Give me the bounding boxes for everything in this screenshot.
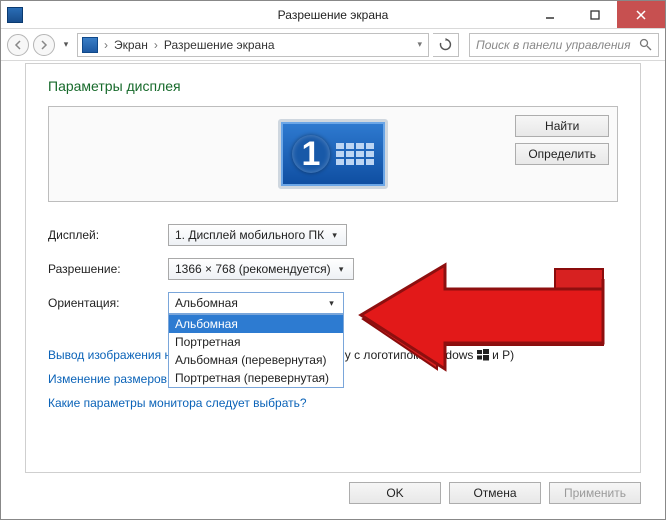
breadcrumb-item[interactable]: Экран	[114, 38, 148, 52]
close-button[interactable]	[617, 1, 665, 28]
search-icon	[639, 38, 652, 51]
breadcrumb-sep-icon: ›	[102, 38, 110, 52]
orientation-option[interactable]: Альбомная	[169, 315, 343, 333]
chevron-down-icon[interactable]: ▾	[415, 39, 424, 50]
nav-history-dropdown[interactable]: ▾	[59, 34, 73, 56]
monitor-number-badge: 1	[292, 135, 330, 173]
display-label: Дисплей:	[48, 228, 168, 242]
orientation-value: Альбомная	[175, 296, 238, 310]
dialog-footer: OK Отмена Применить	[25, 477, 641, 509]
window-controls	[527, 1, 665, 28]
apply-button[interactable]: Применить	[549, 482, 641, 504]
display-preview[interactable]: 1 Найти Определить	[48, 106, 618, 202]
resolution-label: Разрешение:	[48, 262, 168, 276]
display-value: 1. Дисплей мобильного ПК	[175, 228, 324, 242]
breadcrumb-item[interactable]: Разрешение экрана	[164, 38, 275, 52]
control-panel-icon	[82, 37, 98, 53]
orientation-option[interactable]: Портретная (перевернутая)	[169, 369, 343, 387]
orientation-label: Ориентация:	[48, 296, 168, 310]
refresh-button[interactable]	[433, 33, 459, 57]
resolution-value: 1366 × 768 (рекомендуется)	[175, 262, 331, 276]
monitor-graphic[interactable]: 1	[278, 119, 388, 189]
nav-forward-button[interactable]	[33, 34, 55, 56]
page-heading: Параметры дисплея	[48, 78, 618, 94]
display-select[interactable]: 1. Дисплей мобильного ПК ▾	[168, 224, 347, 246]
resolution-select[interactable]: 1366 × 768 (рекомендуется) ▾	[168, 258, 354, 280]
chevron-down-icon: ▾	[327, 228, 342, 242]
arrow-left-icon	[13, 40, 23, 50]
breadcrumb[interactable]: › Экран › Разрешение экрана ▾	[77, 33, 429, 57]
orientation-option[interactable]: Портретная	[169, 333, 343, 351]
chevron-down-icon: ▾	[334, 262, 349, 276]
nav-back-button[interactable]	[7, 34, 29, 56]
navbar: ▾ › Экран › Разрешение экрана ▾ Поиск в …	[1, 29, 665, 61]
orientation-select[interactable]: Альбомная ▾	[168, 292, 344, 314]
identify-button[interactable]: Определить	[515, 143, 609, 165]
orientation-dropdown: Альбомная Портретная Альбомная (переверн…	[168, 314, 344, 388]
monitor-pattern-icon	[336, 143, 374, 165]
search-placeholder: Поиск в панели управления	[476, 38, 631, 52]
search-input[interactable]: Поиск в панели управления	[469, 33, 659, 57]
maximize-button[interactable]	[572, 1, 617, 28]
ok-button[interactable]: OK	[349, 482, 441, 504]
cancel-button[interactable]: Отмена	[449, 482, 541, 504]
which-params-link[interactable]: Какие параметры монитора следует выбрать…	[48, 396, 307, 410]
chevron-down-icon: ▾	[324, 296, 339, 310]
app-icon	[7, 7, 23, 23]
settings-form: Дисплей: 1. Дисплей мобильного ПК ▾ Разр…	[48, 224, 618, 314]
minimize-button[interactable]	[527, 1, 572, 28]
windows-logo-icon	[477, 349, 489, 361]
content-panel: Параметры дисплея 1 Найти Определить Дис…	[25, 63, 641, 473]
refresh-icon	[439, 38, 452, 51]
breadcrumb-sep-icon: ›	[152, 38, 160, 52]
detect-button[interactable]: Найти	[515, 115, 609, 137]
titlebar: Разрешение экрана	[1, 1, 665, 29]
arrow-right-icon	[39, 40, 49, 50]
orientation-option[interactable]: Альбомная (перевернутая)	[169, 351, 343, 369]
